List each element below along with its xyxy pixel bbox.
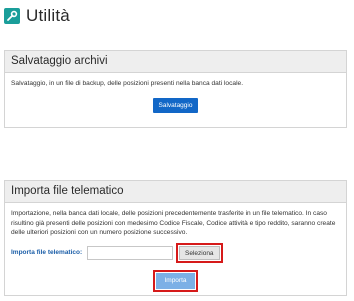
import-highlight: Importa [153,269,198,292]
wrench-icon [4,8,20,24]
page-header: Utilità [4,4,70,28]
file-path-input[interactable] [87,245,173,260]
import-button[interactable]: Importa [156,272,195,289]
backup-description: Salvataggio, in un file di backup, delle… [11,80,244,87]
import-panel-header: Importa file telematico [5,181,346,203]
select-highlight: Seleziona [176,242,223,263]
import-panel: Importa file telematico Importazione, ne… [4,180,347,296]
page-title: Utilità [26,6,70,25]
backup-button[interactable]: Salvataggio [152,97,199,113]
file-field-label: Importa file telematico: [11,248,83,256]
backup-panel: Salvataggio archivi Salvataggio, in un f… [4,50,347,128]
import-description: Importazione, nella banca dati locale, d… [11,210,336,236]
backup-panel-header: Salvataggio archivi [5,51,346,73]
select-file-button[interactable]: Seleziona [179,245,220,260]
